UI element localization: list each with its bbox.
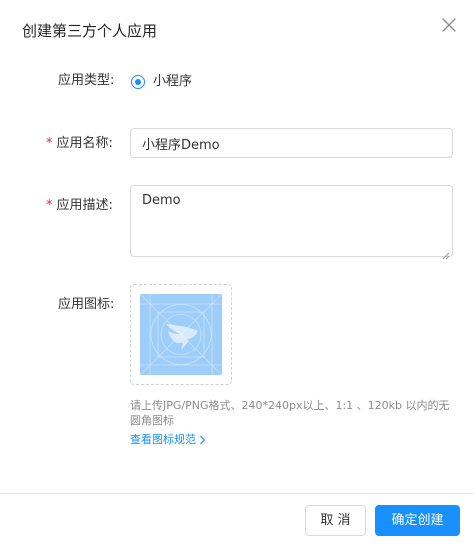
app-name-label-row: * 应用名称: [46,135,113,153]
required-mark: * [46,198,53,213]
app-desc-label: 应用描述: [56,198,113,213]
cancel-button[interactable]: 取 消 [305,505,366,536]
app-name-input[interactable] [130,128,453,158]
icon-spec-link[interactable]: 查看图标规范 [130,432,206,447]
app-icon-label: 应用图标: [58,297,115,312]
chevron-right-icon [200,435,206,444]
app-type-option-label: 小程序 [153,74,193,89]
icon-preview [140,294,222,375]
confirm-create-button[interactable]: 确定创建 [375,505,460,536]
close-icon[interactable] [440,16,458,34]
app-name-label: 应用名称: [56,136,113,151]
app-type-label: 应用类型: [58,73,115,88]
app-desc-textarea[interactable]: Demo [130,185,453,257]
required-mark: * [46,136,53,151]
resize-handle-icon[interactable] [441,245,450,260]
radio-icon[interactable] [131,75,145,89]
app-desc-label-row: * 应用描述: [46,197,113,215]
app-type-radio-miniprogram[interactable]: 小程序 [131,73,192,91]
dingtalk-logo-icon [140,294,222,375]
upload-hint: 请上传JPG/PNG格式、240*240px以上、1:1 、120kb 以内的无… [130,399,450,427]
icon-spec-link-label: 查看图标规范 [130,433,196,446]
create-app-dialog: 创建第三方个人应用 应用类型: 小程序 *应用名称: *应用描述: Demo 应… [0,0,474,545]
icon-upload-box[interactable] [130,284,232,385]
dialog-title: 创建第三方个人应用 [22,22,158,40]
footer-divider [0,493,474,494]
